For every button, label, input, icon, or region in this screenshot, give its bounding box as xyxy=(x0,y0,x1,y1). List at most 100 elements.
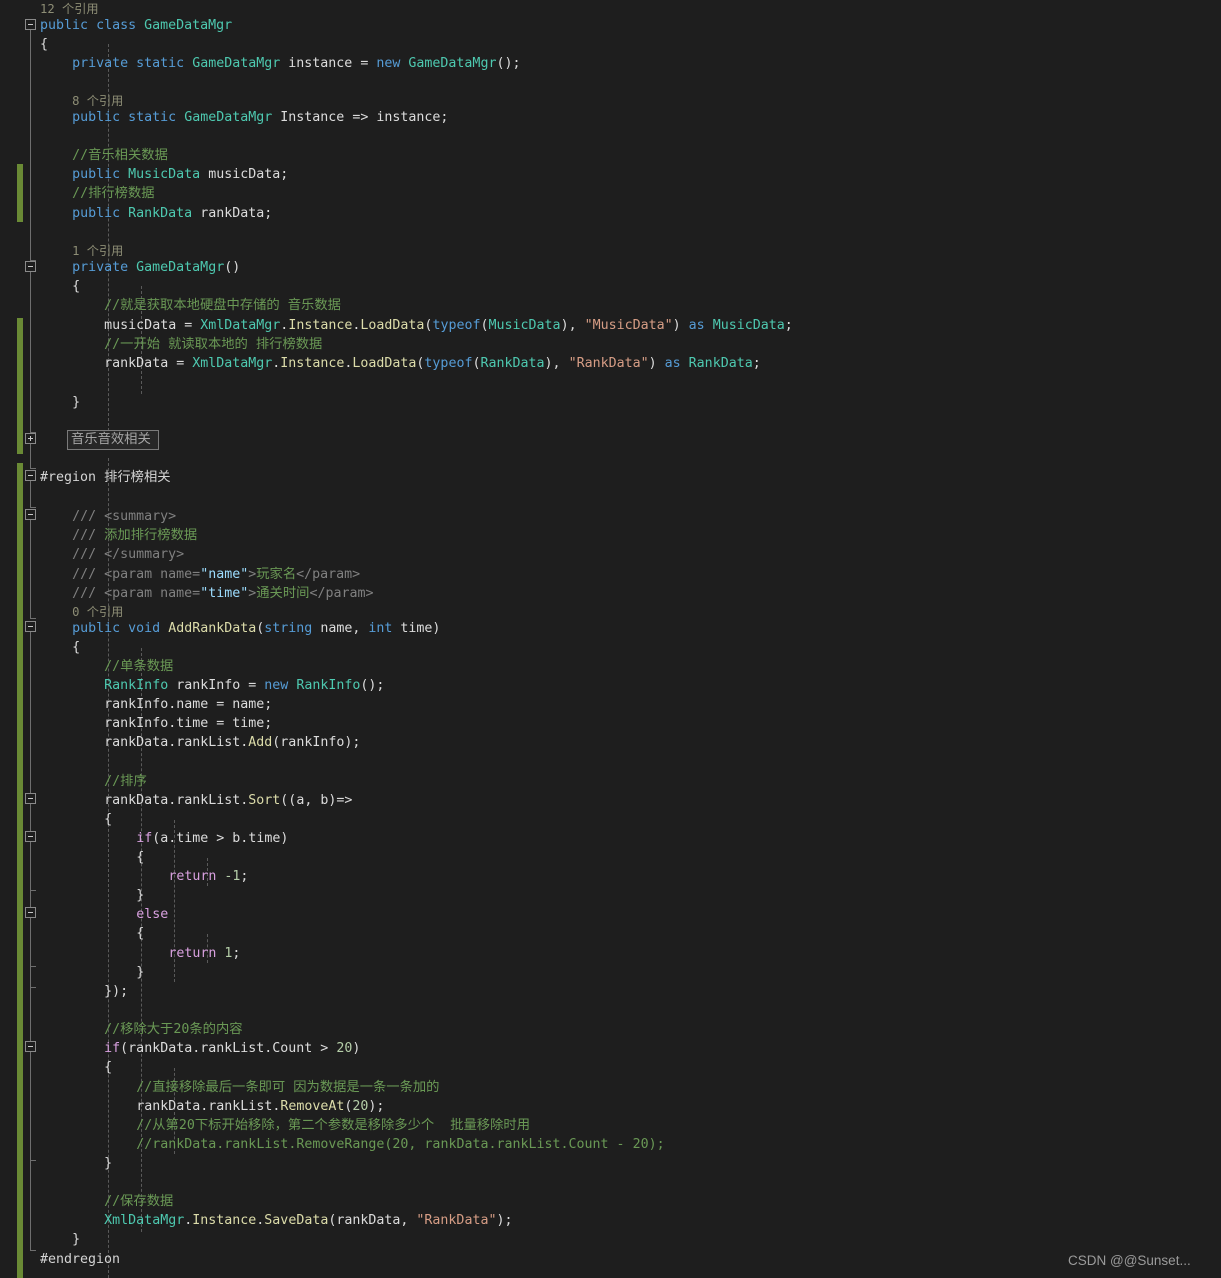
code-line[interactable]: rankInfo.time = time; xyxy=(104,714,272,733)
code-line[interactable]: { xyxy=(104,1058,112,1077)
code-line[interactable]: }); xyxy=(104,982,128,1001)
code-line[interactable]: { xyxy=(72,638,80,657)
code-line[interactable]: } xyxy=(72,1230,80,1249)
token-typ: RankInfo xyxy=(104,678,169,693)
codelens-label[interactable]: 12 个引用 xyxy=(40,2,99,16)
code-line[interactable]: else xyxy=(136,905,168,924)
fold-collapse-icon[interactable] xyxy=(25,19,36,30)
code-line[interactable]: } xyxy=(104,1154,112,1173)
code-line[interactable]: RankInfo rankInfo = new RankInfo(); xyxy=(104,676,384,695)
token-pln xyxy=(176,110,184,125)
code-line[interactable]: public class GameDataMgr xyxy=(40,16,232,35)
token-cmt: //直接移除最后一条即可 因为数据是一条一条加的 xyxy=(136,1080,440,1095)
code-line[interactable]: //从第20下标开始移除，第二个参数是移除多少个 批量移除时用 xyxy=(136,1116,530,1135)
collapsed-region-placeholder[interactable]: 音乐音效相关 xyxy=(67,430,159,450)
code-line[interactable]: /// </summary> xyxy=(72,545,184,564)
code-line[interactable]: /// <param name="time">通关时间</param> xyxy=(72,584,373,603)
code-line[interactable]: rankData.rankList.Sort((a, b)=> xyxy=(104,791,352,810)
code-line[interactable]: //rankData.rankList.RemoveRange(20, rank… xyxy=(136,1135,664,1154)
code-line[interactable]: #endregion xyxy=(40,1250,120,1269)
token-cmt: //一开始 就读取本地的 排行榜数据 xyxy=(104,337,323,352)
code-line[interactable]: //保存数据 xyxy=(104,1192,173,1211)
code-line[interactable]: return -1; xyxy=(168,867,248,886)
fold-collapse-icon[interactable] xyxy=(25,470,36,481)
code-line[interactable]: #region 排行榜相关 xyxy=(40,468,171,487)
token-cmt: //就是获取本地硬盘中存储的 音乐数据 xyxy=(104,298,341,313)
codelens-label[interactable]: 1 个引用 xyxy=(72,244,123,258)
token-mth: Sort xyxy=(248,793,281,808)
code-line[interactable]: /// 添加排行榜数据 xyxy=(72,526,197,545)
code-line[interactable]: if(rankData.rankList.Count > 20) xyxy=(104,1039,360,1058)
codelens-label[interactable]: 0 个引用 xyxy=(72,605,123,619)
code-line[interactable]: rankData.rankList.Add(rankInfo); xyxy=(104,733,360,752)
fold-collapse-icon[interactable] xyxy=(25,831,36,842)
token-pln: ), xyxy=(544,356,569,371)
code-line[interactable]: private static GameDataMgr instance = ne… xyxy=(72,54,520,73)
code-line[interactable]: rankData.rankList.RemoveAt(20); xyxy=(136,1097,384,1116)
code-line[interactable]: //排行榜数据 xyxy=(72,184,155,203)
code-line[interactable]: /// <summary> xyxy=(72,507,176,526)
token-pln: ; xyxy=(232,946,241,961)
code-line[interactable]: { xyxy=(72,277,80,296)
code-line[interactable]: { xyxy=(104,810,112,829)
fold-region-end-tick xyxy=(30,468,36,469)
code-line[interactable]: } xyxy=(136,886,144,905)
token-dtag: </summary> xyxy=(104,547,185,562)
code-line[interactable]: musicData = XmlDataMgr.Instance.LoadData… xyxy=(104,316,793,335)
token-pp: #endregion xyxy=(40,1252,121,1267)
code-line[interactable]: /// <param name="name">玩家名</param> xyxy=(72,565,360,584)
token-cmt: //rankData.rankList.RemoveRange(20, rank… xyxy=(136,1137,665,1152)
code-line[interactable]: return 1; xyxy=(168,944,240,963)
code-line[interactable]: if(a.time > b.time) xyxy=(136,829,288,848)
token-str: "RankData" xyxy=(568,356,649,371)
token-mth: Instance xyxy=(192,1213,257,1228)
code-line[interactable]: private GameDataMgr() xyxy=(72,258,240,277)
code-line[interactable]: //音乐相关数据 xyxy=(72,146,168,165)
code-line[interactable]: //移除大于20条的内容 xyxy=(104,1020,242,1039)
code-line[interactable]: //一开始 就读取本地的 排行榜数据 xyxy=(104,335,322,354)
token-dtxt: 通关时间 xyxy=(256,586,310,601)
fold-collapse-icon[interactable] xyxy=(25,261,36,272)
fold-collapse-icon[interactable] xyxy=(25,793,36,804)
token-pln xyxy=(120,621,128,636)
code-line[interactable]: rankData = XmlDataMgr.Instance.LoadData(… xyxy=(104,354,761,373)
token-kw: private xyxy=(72,260,129,275)
code-line[interactable]: public RankData rankData; xyxy=(72,204,272,223)
token-pln: ) xyxy=(648,356,665,371)
token-dtag: <param name= xyxy=(104,586,201,601)
fold-collapse-icon[interactable] xyxy=(25,621,36,632)
code-line[interactable]: { xyxy=(40,35,48,54)
code-line[interactable]: //就是获取本地硬盘中存储的 音乐数据 xyxy=(104,296,341,315)
code-line[interactable]: public void AddRankData(string name, int… xyxy=(72,619,440,638)
token-dtxt: 添加排行榜数据 xyxy=(104,528,198,543)
codelens-label[interactable]: 8 个引用 xyxy=(72,94,123,108)
code-editor[interactable]: 12 个引用 public class GameDataMgr{private s… xyxy=(0,0,1221,1278)
token-pp: 排行榜相关 xyxy=(104,470,171,485)
token-cmt: //排行榜数据 xyxy=(72,186,155,201)
code-line[interactable]: } xyxy=(136,963,144,982)
code-line[interactable]: public static GameDataMgr Instance => in… xyxy=(72,108,448,127)
token-kw: public xyxy=(72,110,121,125)
token-typ: XmlDataMgr xyxy=(192,356,273,371)
code-line[interactable]: { xyxy=(136,924,144,943)
token-pln xyxy=(128,260,136,275)
code-line[interactable]: //直接移除最后一条即可 因为数据是一条一条加的 xyxy=(136,1078,439,1097)
code-line[interactable]: public MusicData musicData; xyxy=(72,165,288,184)
code-line[interactable]: { xyxy=(136,848,144,867)
fold-collapse-icon[interactable] xyxy=(25,1041,36,1052)
code-line[interactable]: XmlDataMgr.Instance.SaveData(rankData, "… xyxy=(104,1211,512,1230)
token-pln xyxy=(120,110,128,125)
code-line[interactable]: } xyxy=(72,393,80,412)
token-pln: rankInfo = xyxy=(168,678,265,693)
fold-expand-icon[interactable] xyxy=(25,433,36,444)
token-pln: ; xyxy=(784,318,793,333)
token-typ: RankData xyxy=(688,356,753,371)
token-pln xyxy=(128,56,136,71)
fold-collapse-icon[interactable] xyxy=(25,509,36,520)
code-line[interactable]: //单条数据 xyxy=(104,657,173,676)
code-line[interactable]: //排序 xyxy=(104,772,147,791)
fold-collapse-icon[interactable] xyxy=(25,907,36,918)
token-dtag: <summary> xyxy=(104,509,177,524)
token-typ: GameDataMgr xyxy=(136,260,225,275)
code-line[interactable]: rankInfo.name = name; xyxy=(104,695,272,714)
